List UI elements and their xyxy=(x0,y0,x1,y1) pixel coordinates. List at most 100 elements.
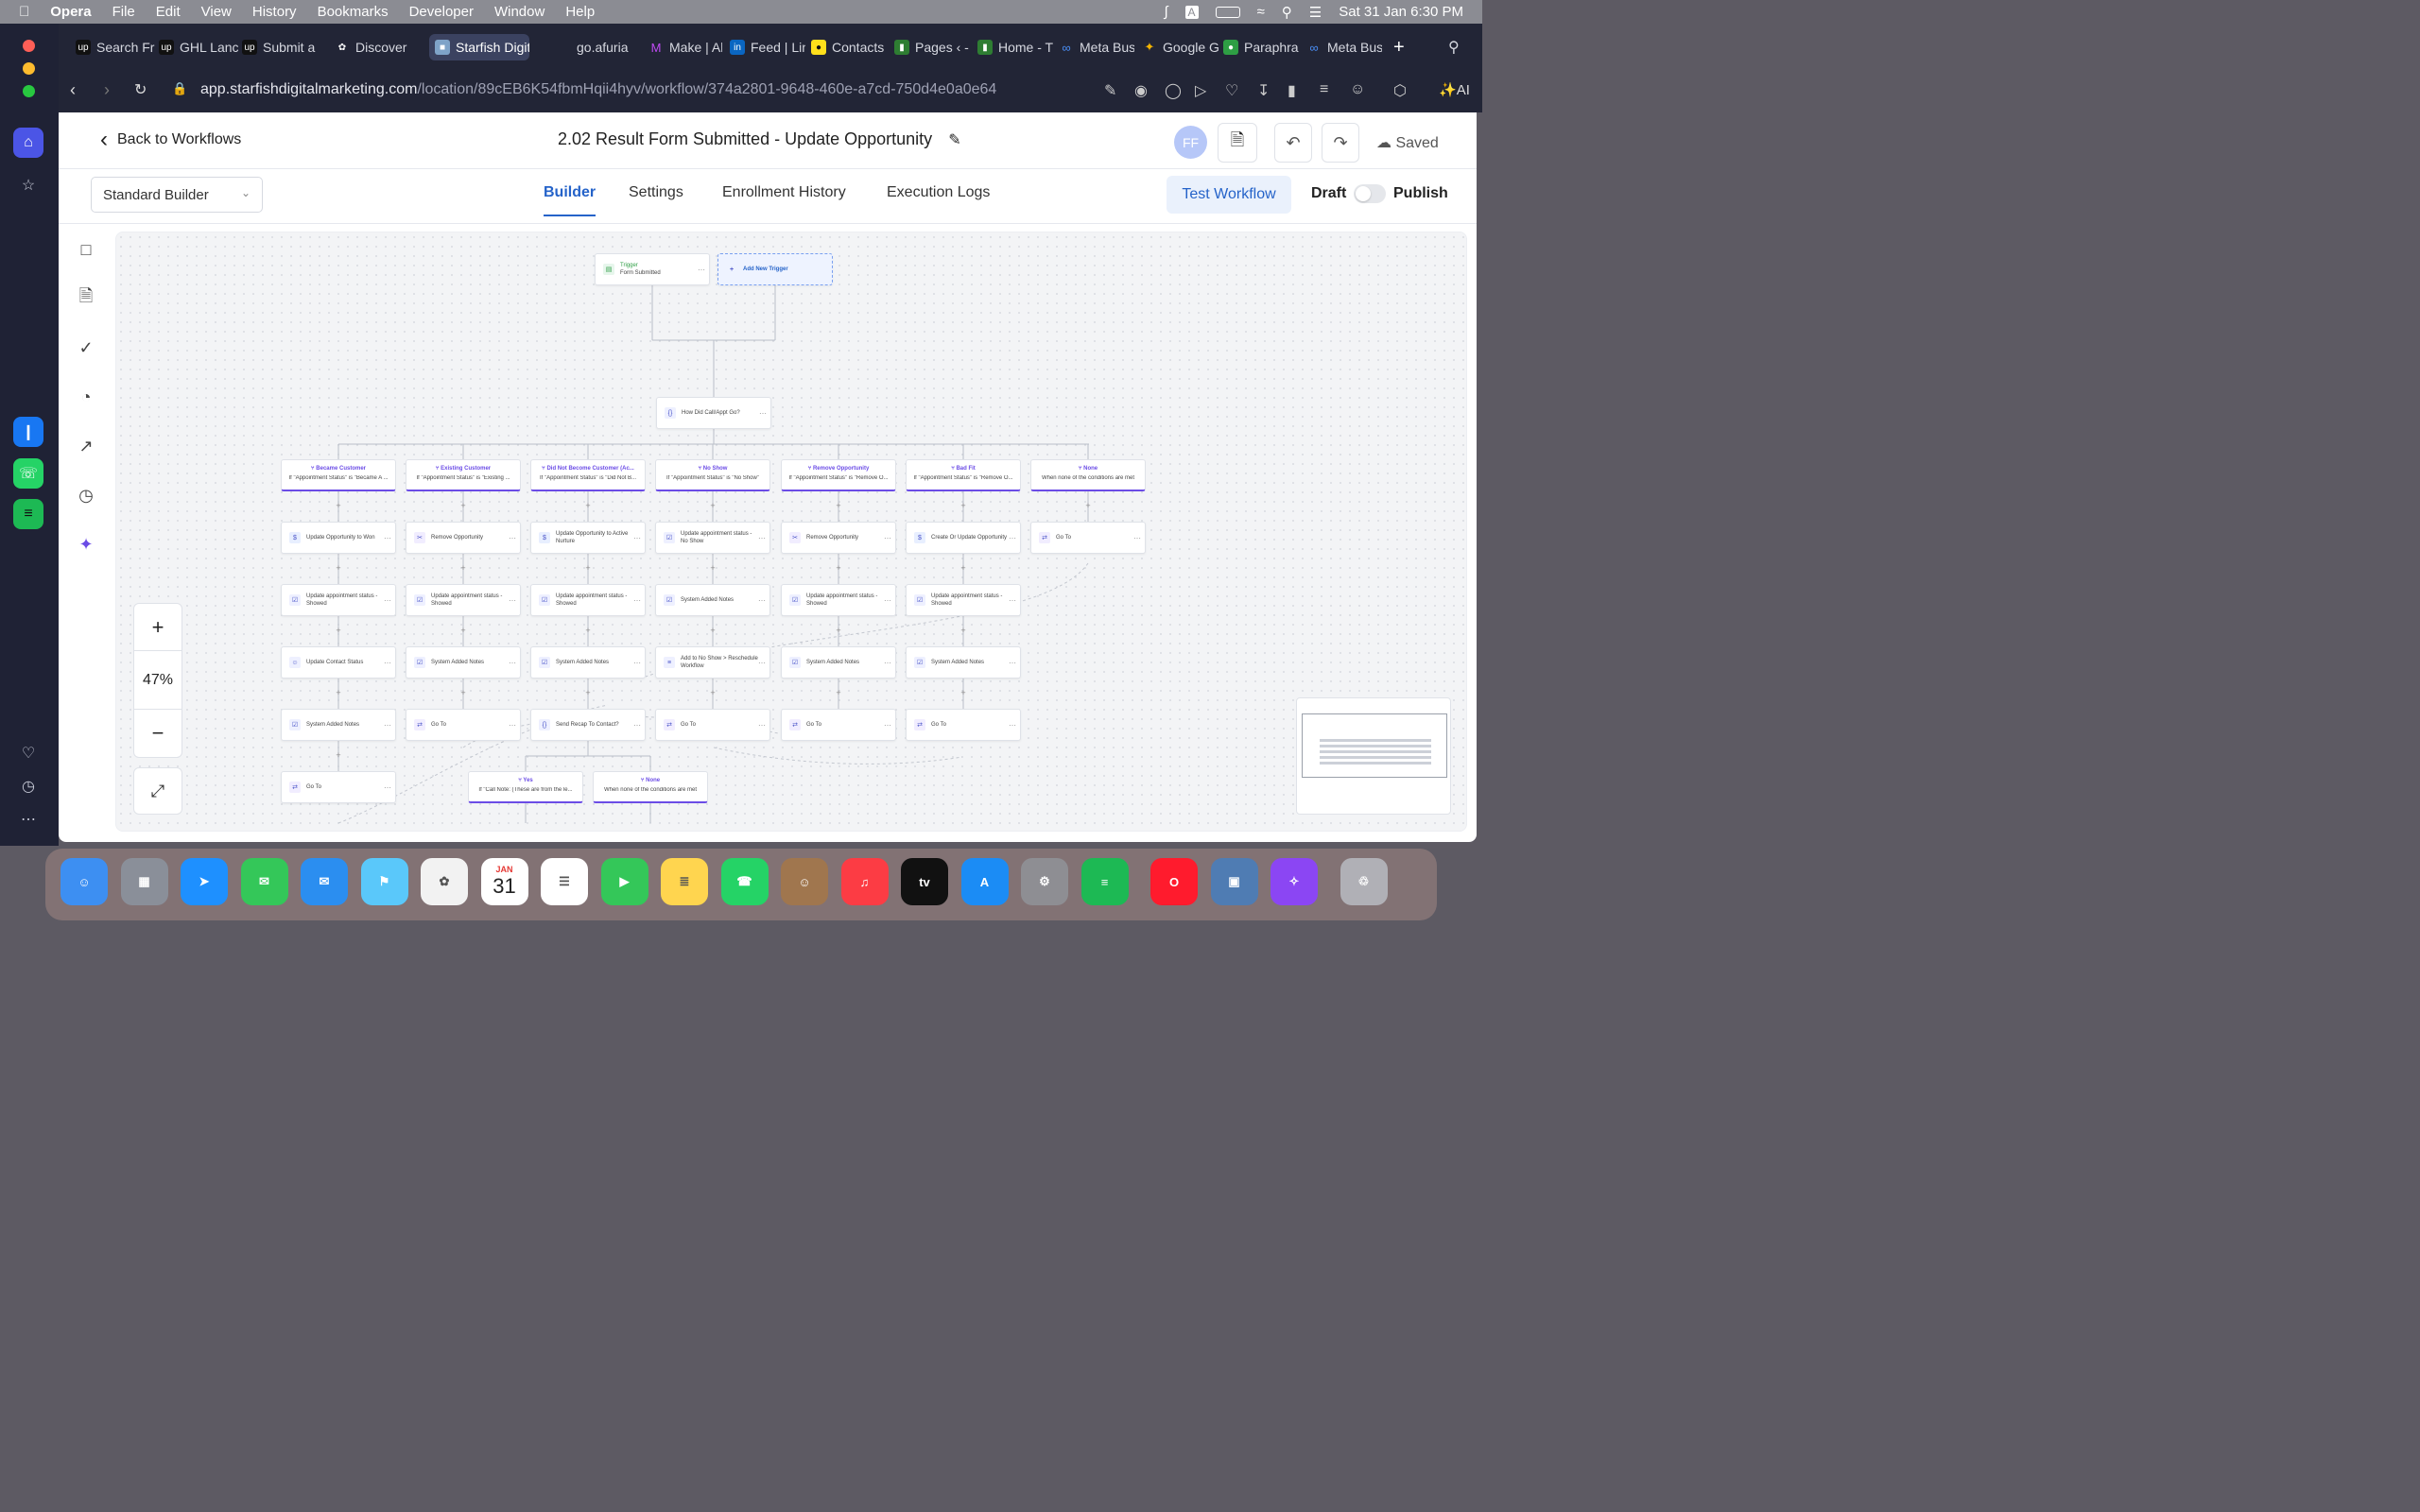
ai-sparkle-icon[interactable]: ✦ xyxy=(74,532,98,557)
node-menu-icon[interactable]: ⋯ xyxy=(384,659,395,667)
action-node[interactable]: ⇄ Go To ⋯ xyxy=(1030,522,1146,554)
add-step-plus[interactable]: + xyxy=(583,688,593,697)
add-step-plus[interactable]: + xyxy=(458,563,468,573)
wifi-icon[interactable]: ≈ xyxy=(1257,4,1265,20)
external-link-icon[interactable]: ↗ xyxy=(74,434,98,458)
preview-icon[interactable]: ▣ xyxy=(1210,858,1258,905)
branch-4[interactable]: ⑂ No Show If "Appointment Status" is "No … xyxy=(655,459,770,491)
history-clock-icon[interactable]: ◷ xyxy=(13,771,43,801)
tab-12[interactable]: ✦ Google G xyxy=(1142,34,1219,60)
add-step-plus[interactable]: + xyxy=(708,626,717,635)
node-menu-icon[interactable]: ⋯ xyxy=(884,721,895,730)
trigger-node[interactable]: ▤ Trigger Form Submitted ⋯ xyxy=(595,253,710,285)
download-icon[interactable]: ↧ xyxy=(1257,81,1270,100)
edit-page-icon[interactable]: ✎ xyxy=(1104,81,1116,100)
add-step-plus[interactable]: + xyxy=(834,501,843,510)
add-step-plus[interactable]: + xyxy=(834,626,843,635)
add-step-plus[interactable]: + xyxy=(708,563,717,573)
action-node[interactable]: ☑ Update appointment status - Showed ⋯ xyxy=(781,584,896,616)
tab-4-active[interactable]: ■ Starfish Digital M xyxy=(429,34,529,60)
action-node[interactable]: ✂ Remove Opportunity ⋯ xyxy=(781,522,896,554)
node-menu-icon[interactable]: ⋯ xyxy=(509,534,520,542)
branch-3[interactable]: ⑂ Did Not Become Customer (Ac... If "Appo… xyxy=(530,459,646,491)
add-step-plus[interactable]: + xyxy=(708,688,717,697)
control-center-icon[interactable]: ☰ xyxy=(1309,4,1322,21)
action-node[interactable]: $ Create Or Update Opportunity ⋯ xyxy=(906,522,1021,554)
tab-1[interactable]: up GHL Lanc xyxy=(159,34,238,60)
tab-0[interactable]: up Search Fr xyxy=(76,34,155,60)
forward-nav-icon[interactable]: › xyxy=(104,80,110,100)
pie-chart-icon[interactable]: ◔ xyxy=(74,385,98,409)
action-node[interactable]: ⇄ Go To ⋯ xyxy=(906,709,1021,741)
menu-window[interactable]: Window xyxy=(494,4,544,20)
action-node[interactable]: ✂ Remove Opportunity ⋯ xyxy=(406,522,521,554)
back-nav-icon[interactable]: ‹ xyxy=(70,80,76,100)
window-close-button[interactable] xyxy=(23,40,35,52)
music-icon[interactable]: ♫ xyxy=(840,858,889,905)
back-to-workflows-link[interactable]: ‹ Back to Workflows xyxy=(100,129,241,151)
add-step-plus[interactable]: + xyxy=(583,501,593,510)
menu-developer[interactable]: Developer xyxy=(409,4,474,20)
node-menu-icon[interactable]: ⋯ xyxy=(1009,659,1020,667)
action-node[interactable]: ☑ System Added Notes ⋯ xyxy=(655,584,770,616)
aria-ai-button[interactable]: ✨AI xyxy=(1439,81,1470,98)
edit-pencil-icon[interactable]: ✎ xyxy=(948,132,960,148)
action-node[interactable]: ☑ Update appointment status - Showed ⋯ xyxy=(530,584,646,616)
action-node[interactable]: ☑ System Added Notes ⋯ xyxy=(530,646,646,679)
minimap[interactable] xyxy=(1296,697,1451,815)
photos-icon[interactable]: ✿ xyxy=(421,858,468,905)
tv-icon[interactable]: tv xyxy=(901,858,948,905)
action-node[interactable]: ☑ Update appointment status - Showed ⋯ xyxy=(906,584,1021,616)
contacts-icon[interactable]: ☺ xyxy=(781,858,828,905)
adblock-icon[interactable]: ◯ xyxy=(1165,81,1182,100)
tab-8[interactable]: ● Contacts xyxy=(811,34,887,60)
add-step-plus[interactable]: + xyxy=(334,688,343,697)
add-step-plus[interactable]: + xyxy=(458,626,468,635)
messenger-icon[interactable]: ❙ xyxy=(13,417,43,447)
node-menu-icon[interactable]: ⋯ xyxy=(1009,721,1020,730)
node-menu-icon[interactable]: ⋯ xyxy=(884,534,895,542)
node-menu-icon[interactable]: ⋯ xyxy=(509,721,520,730)
input-source-icon[interactable]: A xyxy=(1184,5,1199,19)
node-menu-icon[interactable]: ⋯ xyxy=(509,596,520,605)
safari-icon[interactable]: ➤ xyxy=(181,858,228,905)
menu-view[interactable]: View xyxy=(201,4,232,20)
battery-icon[interactable] xyxy=(1215,6,1240,18)
calendar-icon[interactable]: JAN 31 xyxy=(480,858,528,905)
heart-icon[interactable]: ♡ xyxy=(13,738,43,768)
notes-icon[interactable]: ≣ xyxy=(661,858,708,905)
apple-icon[interactable]:  xyxy=(19,4,29,20)
setapp-icon[interactable]: ✧ xyxy=(1270,858,1318,905)
node-menu-icon[interactable]: ⋯ xyxy=(633,596,645,605)
easy-setup-icon[interactable]: ≡ xyxy=(1320,81,1328,98)
action-node[interactable]: ⇄ Go To ⋯ xyxy=(781,709,896,741)
test-workflow-button[interactable]: Test Workflow xyxy=(1167,176,1291,214)
sub-branch-2[interactable]: ⑂ None When none of the conditions are me… xyxy=(593,771,708,803)
node-menu-icon[interactable]: ⋯ xyxy=(509,659,520,667)
add-step-plus[interactable]: + xyxy=(959,688,968,697)
fit-to-screen-button[interactable]: ⤢ xyxy=(133,767,182,815)
node-menu-icon[interactable]: ⋯ xyxy=(1009,596,1020,605)
new-tab-button[interactable]: + xyxy=(1393,34,1412,60)
tab-9[interactable]: ▮ Pages ‹ - xyxy=(894,34,970,60)
sub-branch-1[interactable]: ⑂ Yes If "Call Note: (These are from the … xyxy=(468,771,583,803)
action-node[interactable]: ☑ Update appointment status - Showed ⋯ xyxy=(406,584,521,616)
add-step-plus[interactable]: + xyxy=(458,688,468,697)
action-node[interactable]: $ Update Opportunity to Active Nurture ⋯ xyxy=(530,522,646,554)
router-node[interactable]: {} How Did Call/Appt Go? ⋯ xyxy=(656,397,771,429)
menu-history[interactable]: History xyxy=(252,4,297,20)
tab-enrollment-history[interactable]: Enrollment History xyxy=(722,184,846,201)
node-menu-icon[interactable]: ⋯ xyxy=(884,659,895,667)
branch-1[interactable]: ⑂ Became Customer If "Appointment Status"… xyxy=(281,459,396,491)
branch-2[interactable]: ⑂ Existing Customer If "Appointment Statu… xyxy=(406,459,521,491)
action-node[interactable]: ☑ System Added Notes ⋯ xyxy=(906,646,1021,679)
check-circle-icon[interactable]: ✓ xyxy=(74,335,98,360)
menu-app-name[interactable]: Opera xyxy=(50,4,91,20)
tab-13[interactable]: ● Paraphra xyxy=(1223,34,1301,60)
app-store-icon[interactable]: A xyxy=(960,858,1009,905)
maps-icon[interactable]: ⚑ xyxy=(360,858,408,905)
action-node[interactable]: ⇄ Go To ⋯ xyxy=(406,709,521,741)
branch-6[interactable]: ⑂ Bad Fit If "Appointment Status" is "Rem… xyxy=(906,459,1021,491)
comment-icon[interactable]: □ xyxy=(74,237,98,262)
node-menu-icon[interactable]: ⋯ xyxy=(384,596,395,605)
